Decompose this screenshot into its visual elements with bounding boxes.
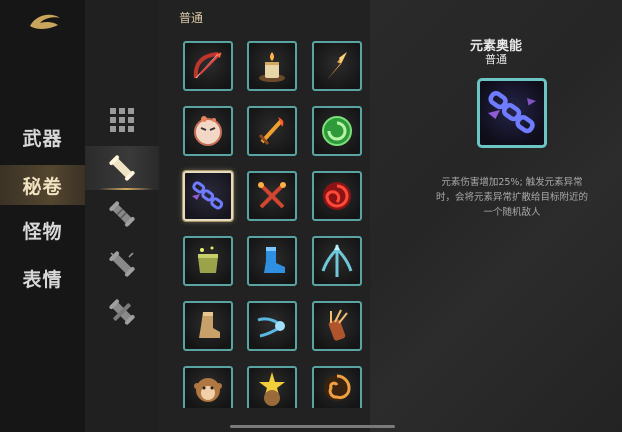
scroll-item[interactable] [312,301,362,351]
candle-icon [259,52,285,82]
scroll-item[interactable] [183,106,233,156]
scroll-item[interactable] [312,366,362,408]
subcategory-column [85,0,159,432]
scroll-detail-image [477,78,547,148]
angry-bun-icon [194,116,222,146]
scroll-item[interactable] [183,236,233,286]
home-indicator-bar[interactable] [230,425,395,428]
subcategory-common[interactable] [85,146,159,190]
scroll-icon [109,155,135,181]
element-chain-icon [192,181,224,210]
element-chain-icon [488,91,536,134]
scroll-item[interactable] [247,301,297,351]
vortex-icon [324,374,351,401]
green-pouch-icon [198,246,218,273]
subcategory-all[interactable] [85,98,159,142]
nav-item-weapons[interactable]: 武器 [0,117,85,157]
scroll-description: 元素伤害增加25%; 触发元素异常时，会将元素异常扩散给目标附近的一个随机敌人 [435,177,588,218]
scroll-item[interactable] [247,41,297,91]
scroll-item[interactable] [247,236,297,286]
star-burst-bear-icon [259,372,285,406]
scroll-cross-icon [109,299,135,325]
trident-arrow-icon [321,244,353,277]
scroll-spark-icon [109,251,135,277]
grid-icon [110,108,134,132]
monkey-face-icon [194,378,222,402]
arrow-quiver-icon [328,309,348,341]
crossed-fire-sticks-icon [258,182,286,209]
scroll-item[interactable] [312,236,362,286]
subcategory-legendary[interactable] [85,290,159,334]
scroll-rarity: 普通 [485,53,507,66]
scroll-item[interactable] [247,106,297,156]
blue-boot-icon [264,247,285,273]
fire-sword-icon [258,117,284,145]
scroll-grid-panel: 普通 [159,0,370,432]
scroll-item[interactable] [247,171,297,221]
game-logo-icon [30,14,60,29]
subcategory-epic[interactable] [85,242,159,286]
scroll-item[interactable] [183,301,233,351]
red-bow-icon [193,52,222,79]
scroll-stacked-icon [109,201,135,227]
scroll-detail-panel: 元素奥能 普通 元素伤害增加25%; 触发元素异常时，会将元素异常扩散给目标附近… [370,0,622,432]
golden-arrowhead-icon [327,52,347,80]
red-spiral-orb-icon [323,182,351,210]
nav-item-monsters[interactable]: 怪物 [0,210,85,250]
scroll-item[interactable] [183,366,233,408]
green-swirl-orb-icon [322,116,352,146]
leather-boot-icon [199,312,220,338]
scroll-item[interactable] [247,366,297,408]
section-title: 普通 [179,11,204,25]
scroll-item[interactable] [312,171,362,221]
comet-dash-icon [257,317,285,338]
nav-item-emotes[interactable]: 表情 [0,258,85,298]
scroll-item-selected[interactable] [183,171,233,221]
category-nav: 武器 秘卷 怪物 表情 [0,0,85,432]
scroll-item[interactable] [183,41,233,91]
scroll-item[interactable] [312,41,362,91]
scroll-item[interactable] [312,106,362,156]
subcategory-rare[interactable] [85,192,159,236]
nav-item-scrolls[interactable]: 秘卷 [0,165,85,205]
